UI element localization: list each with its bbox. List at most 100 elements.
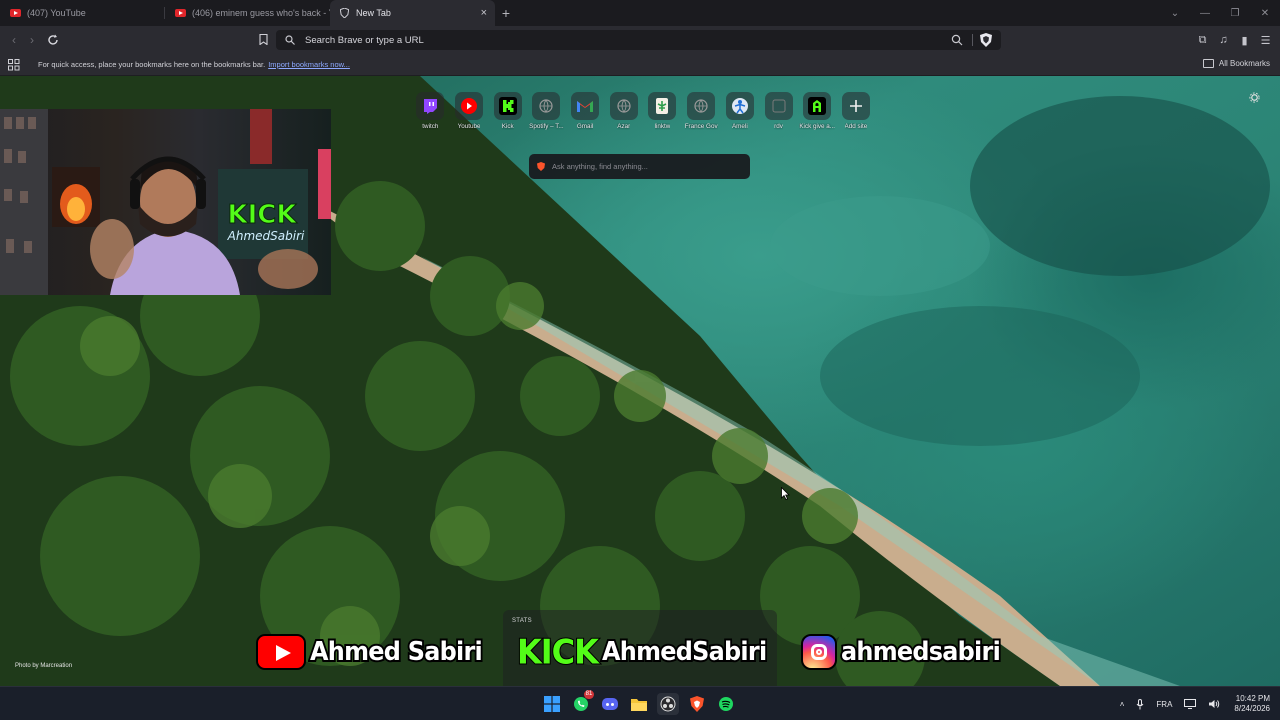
tab-title: New Tab	[356, 8, 391, 18]
gmail-icon	[571, 92, 600, 120]
media-icon[interactable]: ♫	[1217, 32, 1230, 48]
ntp-search-box[interactable]: Ask anything, find anything...	[529, 154, 750, 179]
tab-search-icon[interactable]: ⌄	[1160, 8, 1190, 19]
top-site-label: linktw	[654, 123, 671, 130]
top-site-label: Gmail	[576, 123, 594, 130]
clock-time: 10:42 PM	[1235, 694, 1270, 703]
bookmark-icon[interactable]	[259, 34, 268, 45]
forward-icon[interactable]: ›	[24, 32, 40, 48]
bookmarks-message: For quick access, place your bookmarks h…	[38, 60, 350, 69]
sidebar-icon[interactable]: ▮	[1238, 32, 1251, 48]
toolbar-right: ⧉ ♫ ▮ ☰	[1196, 32, 1272, 48]
kick-brand: KICK AhmedSabiri	[516, 631, 781, 673]
photo-credit[interactable]: Photo by Marcreation	[15, 663, 72, 669]
reload-icon[interactable]	[47, 34, 59, 46]
linktree-icon	[648, 92, 677, 120]
apps-grid-icon[interactable]	[8, 59, 20, 71]
mouse-cursor-icon	[781, 487, 790, 500]
window-controls: ⌄ — ❐ ✕	[1160, 0, 1280, 26]
top-site-france-gov[interactable]: France Gov	[682, 92, 721, 130]
stream-social-banner: Ahmed Sabiri KICK AhmedSabiri ahmedsabir…	[256, 631, 1014, 673]
new-tab-button[interactable]: +	[495, 0, 517, 26]
language-indicator[interactable]: FRA	[1156, 700, 1172, 709]
microphone-icon[interactable]	[1136, 698, 1144, 710]
plus-icon	[841, 92, 870, 120]
top-site-label: Youtube	[457, 123, 481, 130]
tab-title: (407) YouTube	[27, 8, 86, 18]
brave-browser-icon[interactable]	[686, 693, 708, 715]
ntp-search-placeholder: Ask anything, find anything...	[552, 162, 648, 171]
youtube-icon	[455, 92, 484, 120]
tab-close-icon[interactable]: ×	[481, 7, 487, 19]
top-site-spotify[interactable]: Spotify – T...	[527, 92, 566, 130]
minimize-icon[interactable]: —	[1190, 8, 1220, 19]
chevron-up-icon[interactable]: ˄	[1120, 700, 1125, 709]
kick-logo: KICK	[516, 631, 600, 673]
top-site-gmail[interactable]: Gmail	[566, 92, 605, 130]
add-site-button[interactable]: Add site	[837, 92, 876, 130]
omnibox-divider	[972, 34, 973, 46]
spotify-icon[interactable]	[715, 693, 737, 715]
top-site-azar[interactable]: Azar	[604, 92, 643, 130]
webcam-image: KICK AhmedSabiri	[0, 109, 331, 295]
top-site-ameli[interactable]: Ameli	[721, 92, 760, 130]
close-window-icon[interactable]: ✕	[1250, 8, 1280, 19]
address-bar[interactable]: Search Brave or type a URL	[276, 30, 1001, 50]
taskbar: 81 ˄ FRA 10:42 PM 8/24/2026	[0, 686, 1280, 720]
top-site-label: Azar	[617, 123, 631, 130]
svg-text:AhmedSabiri: AhmedSabiri	[227, 229, 305, 243]
discord-icon[interactable]	[599, 693, 621, 715]
clock-date: 8/24/2026	[1234, 704, 1270, 713]
blank-site-icon	[609, 92, 638, 120]
top-site-rdv[interactable]: rdv	[759, 92, 798, 130]
tab-new-tab[interactable]: New Tab ×	[330, 0, 495, 26]
brave-shields-icon[interactable]	[980, 33, 992, 47]
kick-a-icon	[803, 92, 832, 120]
top-site-twitch[interactable]: twitch	[411, 92, 450, 130]
top-site-label: Kick give a...	[799, 123, 836, 130]
customize-gear-icon[interactable]	[1249, 92, 1260, 103]
restore-icon[interactable]: ❐	[1220, 8, 1250, 19]
extensions-icon[interactable]: ⧉	[1196, 32, 1209, 48]
top-site-youtube[interactable]: Youtube	[450, 92, 489, 130]
tab-youtube[interactable]: (407) YouTube	[0, 0, 165, 26]
brave-lion-icon	[537, 162, 545, 171]
import-bookmarks-link[interactable]: Import bookmarks now...	[268, 60, 350, 69]
folder-icon	[1202, 59, 1214, 68]
svg-text:KICK: KICK	[227, 200, 297, 230]
volume-icon[interactable]	[1208, 699, 1220, 709]
whatsapp-icon[interactable]: 81	[570, 690, 594, 715]
obs-icon[interactable]	[657, 693, 679, 715]
twitch-icon	[416, 92, 445, 120]
kick-handle: AhmedSabiri	[600, 635, 769, 669]
top-site-label: France Gov	[684, 123, 718, 130]
webcam-overlay: KICK AhmedSabiri	[0, 109, 331, 295]
network-icon[interactable]	[1184, 699, 1197, 709]
menu-icon[interactable]: ☰	[1259, 32, 1272, 48]
tab-eminem[interactable]: (406) eminem guess who's back - Yo	[165, 0, 330, 26]
youtube-icon	[175, 9, 186, 17]
top-site-label: Ameli	[731, 123, 748, 130]
tab-title: (406) eminem guess who's back - Yo	[192, 8, 330, 18]
top-site-kick-give[interactable]: Kick give a...	[798, 92, 837, 130]
top-site-label: rdv	[774, 123, 783, 130]
ameli-icon	[725, 92, 754, 120]
new-tab-page: twitch Youtube Kick Spotify – T... Gmail…	[0, 76, 1280, 686]
windows-start-icon[interactable]	[541, 693, 563, 715]
top-site-label: twitch	[422, 123, 439, 130]
youtube-logo-icon	[256, 634, 306, 670]
top-site-kick[interactable]: Kick	[488, 92, 527, 130]
clock[interactable]: 10:42 PM 8/24/2026	[1234, 694, 1270, 714]
whatsapp-badge: 81	[584, 690, 594, 699]
instagram-logo-icon	[800, 634, 837, 670]
blank-site-icon	[764, 92, 793, 120]
zoom-icon[interactable]	[951, 34, 963, 46]
file-explorer-icon[interactable]	[628, 693, 650, 715]
top-site-linktw[interactable]: linktw	[643, 92, 682, 130]
all-bookmarks-button[interactable]: All Bookmarks	[1202, 59, 1270, 68]
instagram-brand: ahmedsabiri	[800, 634, 1014, 670]
back-icon[interactable]: ‹	[6, 32, 22, 48]
bookmarks-hint: For quick access, place your bookmarks h…	[38, 60, 266, 69]
taskbar-apps: 81	[541, 690, 737, 715]
system-tray: ˄ FRA 10:42 PM 8/24/2026	[1108, 687, 1270, 720]
